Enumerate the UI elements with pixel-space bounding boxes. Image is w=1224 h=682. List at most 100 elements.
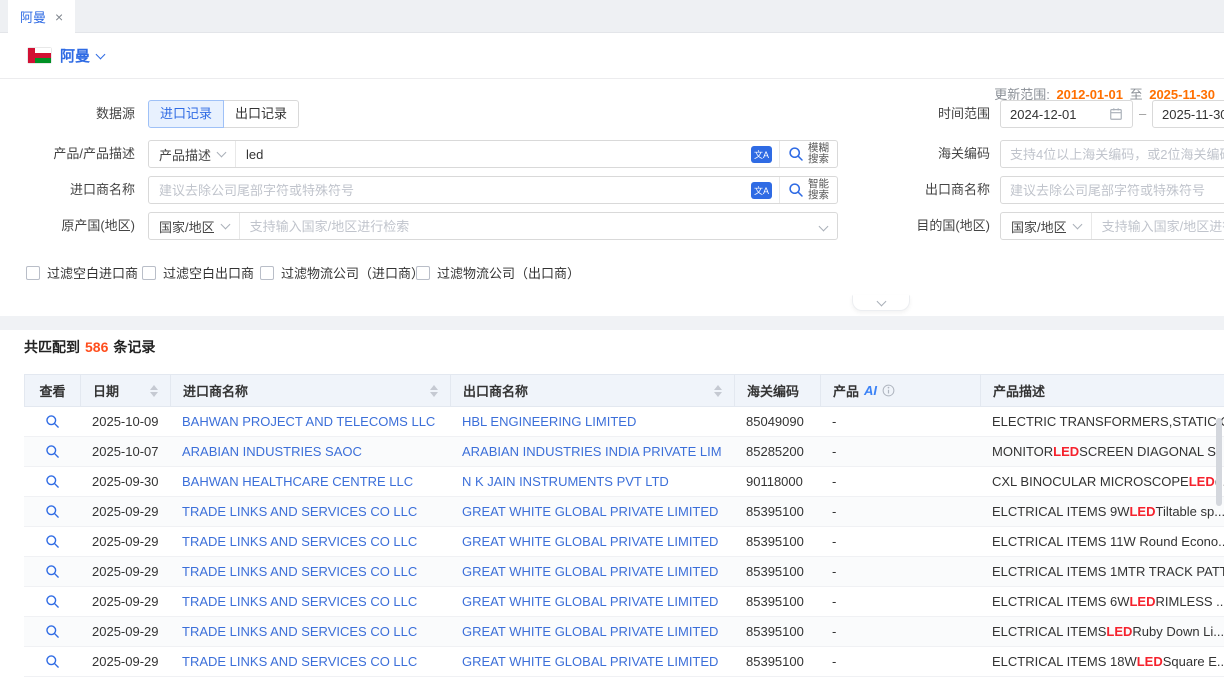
row-exporter-link[interactable]: GREAT WHITE GLOBAL PRIVATE LIMITED <box>462 564 718 579</box>
tab-export-records[interactable]: 出口记录 <box>223 100 299 128</box>
row-importer-link[interactable]: BAHWAN PROJECT AND TELECOMS LLC <box>182 414 435 429</box>
row-description: MONITOR LED SCREEN DIAGONAL S... <box>980 437 1224 466</box>
row-view-cell <box>24 527 80 556</box>
table-row: 2025-09-30 BAHWAN HEALTHCARE CENTRE LLC … <box>24 467 1224 497</box>
view-detail-search-icon[interactable] <box>45 414 60 429</box>
row-description: ELCTRICAL ITEMS 6W LED RIMLESS ... <box>980 587 1224 616</box>
sort-icon[interactable] <box>422 385 438 397</box>
collapse-panel-button[interactable] <box>852 295 910 311</box>
row-product: - <box>820 587 980 616</box>
view-detail-search-icon[interactable] <box>45 504 60 519</box>
product-input[interactable] <box>236 147 751 162</box>
fuzzy-search-button[interactable]: 模糊 搜索 <box>780 141 837 167</box>
sort-icon[interactable] <box>142 385 158 397</box>
hs-code-input[interactable] <box>1010 147 1224 162</box>
row-hs-code: 85395100 <box>734 617 820 646</box>
row-date: 2025-09-29 <box>80 647 170 676</box>
sort-icon[interactable] <box>706 385 722 397</box>
tab-close-icon[interactable]: × <box>55 10 63 24</box>
row-exporter-link[interactable]: ARABIAN INDUSTRIES INDIA PRIVATE LIMIT..… <box>462 444 722 459</box>
date-from-field[interactable] <box>1000 100 1133 128</box>
row-exporter-link[interactable]: GREAT WHITE GLOBAL PRIVATE LIMITED <box>462 534 718 549</box>
translate-icon[interactable]: 文A <box>751 146 772 163</box>
hs-code-field[interactable] <box>1000 140 1224 168</box>
row-importer-link[interactable]: TRADE LINKS AND SERVICES CO LLC <box>182 564 417 579</box>
date-to-input[interactable] <box>1162 107 1224 122</box>
row-importer-link[interactable]: TRADE LINKS AND SERVICES CO LLC <box>182 534 417 549</box>
row-importer-link[interactable]: TRADE LINKS AND SERVICES CO LLC <box>182 504 417 519</box>
row-hs-code: 90118000 <box>734 467 820 496</box>
row-importer-link[interactable]: BAHWAN HEALTHCARE CENTRE LLC <box>182 474 413 489</box>
row-date: 2025-09-29 <box>80 557 170 586</box>
chevron-down-icon <box>876 297 886 307</box>
row-exporter-link[interactable]: N K JAIN INSTRUMENTS PVT LTD <box>462 474 669 489</box>
oman-flag-icon <box>28 48 51 63</box>
chevron-down-icon <box>819 221 829 231</box>
row-date: 2025-09-29 <box>80 497 170 526</box>
row-hs-code: 85285200 <box>734 437 820 466</box>
view-detail-search-icon[interactable] <box>45 594 60 609</box>
row-hs-code: 85395100 <box>734 587 820 616</box>
row-view-cell <box>24 647 80 676</box>
view-detail-search-icon[interactable] <box>45 624 60 639</box>
row-view-cell <box>24 497 80 526</box>
time-range-label: 时间范围 <box>875 100 990 128</box>
checkbox-icon <box>142 266 156 280</box>
row-product: - <box>820 407 980 436</box>
vertical-scrollbar-thumb[interactable] <box>1216 418 1222 506</box>
info-icon[interactable] <box>882 384 895 397</box>
date-to-field[interactable] <box>1152 100 1224 128</box>
table-row: 2025-09-29 TRADE LINKS AND SERVICES CO L… <box>24 497 1224 527</box>
row-description: ELCTRICAL ITEMS 1MTR TRACK PATT... <box>980 557 1224 586</box>
datasource-label: 数据源 <box>20 100 135 128</box>
row-exporter-link[interactable]: GREAT WHITE GLOBAL PRIVATE LIMITED <box>462 504 718 519</box>
checkbox-icon <box>26 266 40 280</box>
tab-oman[interactable]: 阿曼 × <box>8 0 75 33</box>
checkbox-label: 过滤空白进口商 <box>47 263 138 282</box>
product-field-select[interactable]: 产品描述 <box>149 141 236 167</box>
view-detail-search-icon[interactable] <box>45 444 60 459</box>
exporter-input[interactable] <box>1010 183 1224 198</box>
results-table: 查看 日期 进口商名称 出口商名称 海关编码 产品 AI 产品描述 <box>24 374 1224 677</box>
view-detail-search-icon[interactable] <box>45 654 60 669</box>
row-product: - <box>820 497 980 526</box>
destination-country-select[interactable]: 国家/地区 <box>1001 213 1092 239</box>
row-date: 2025-09-29 <box>80 527 170 556</box>
origin-country-input[interactable] <box>240 219 818 234</box>
view-detail-search-icon[interactable] <box>45 564 60 579</box>
importer-label: 进口商名称 <box>20 176 135 204</box>
view-detail-search-icon[interactable] <box>45 474 60 489</box>
row-importer-link[interactable]: TRADE LINKS AND SERVICES CO LLC <box>182 654 417 669</box>
translate-icon[interactable]: 文A <box>751 182 772 199</box>
app-screen: 阿曼 × 阿曼 更新范围: 2012-01-01 至 2025-11-30 数据… <box>0 0 1224 682</box>
checkbox-filter-blank-exporter[interactable]: 过滤空白出口商 <box>142 263 254 282</box>
col-exporter: 出口商名称 <box>451 375 735 406</box>
importer-input[interactable] <box>149 183 751 198</box>
destination-country-input[interactable] <box>1092 219 1224 234</box>
row-description: ELCTRICAL ITEMS LED Ruby Down Li... <box>980 617 1224 646</box>
date-from-input[interactable] <box>1010 107 1103 122</box>
row-importer-link[interactable]: TRADE LINKS AND SERVICES CO LLC <box>182 594 417 609</box>
country-selector[interactable]: 阿曼 <box>60 45 104 66</box>
checkbox-filter-blank-importer[interactable]: 过滤空白进口商 <box>26 263 138 282</box>
destination-label: 目的国(地区) <box>875 212 990 240</box>
checkbox-filter-logistics-exporter[interactable]: 过滤物流公司（出口商） <box>416 263 580 282</box>
origin-country-select[interactable]: 国家/地区 <box>149 213 240 239</box>
view-detail-search-icon[interactable] <box>45 534 60 549</box>
smart-search-button[interactable]: 智能 搜索 <box>780 177 837 203</box>
result-count: 共匹配到586条记录 <box>24 337 155 357</box>
row-exporter-link[interactable]: GREAT WHITE GLOBAL PRIVATE LIMITED <box>462 624 718 639</box>
row-exporter-link[interactable]: GREAT WHITE GLOBAL PRIVATE LIMITED <box>462 594 718 609</box>
exporter-field[interactable] <box>1000 176 1224 204</box>
row-exporter-link[interactable]: HBL ENGINEERING LIMITED <box>462 414 636 429</box>
origin-label: 原产国(地区) <box>20 212 135 240</box>
tab-import-records[interactable]: 进口记录 <box>148 100 224 128</box>
table-row: 2025-09-29 TRADE LINKS AND SERVICES CO L… <box>24 647 1224 677</box>
checkbox-filter-logistics-importer[interactable]: 过滤物流公司（进口商） <box>260 263 424 282</box>
row-importer-link[interactable]: TRADE LINKS AND SERVICES CO LLC <box>182 624 417 639</box>
row-importer-link[interactable]: ARABIAN INDUSTRIES SAOC <box>182 444 362 459</box>
search-icon <box>788 146 804 162</box>
row-exporter-link[interactable]: GREAT WHITE GLOBAL PRIVATE LIMITED <box>462 654 718 669</box>
row-view-cell <box>24 407 80 436</box>
destination-country-control: 国家/地区 <box>1000 212 1224 240</box>
